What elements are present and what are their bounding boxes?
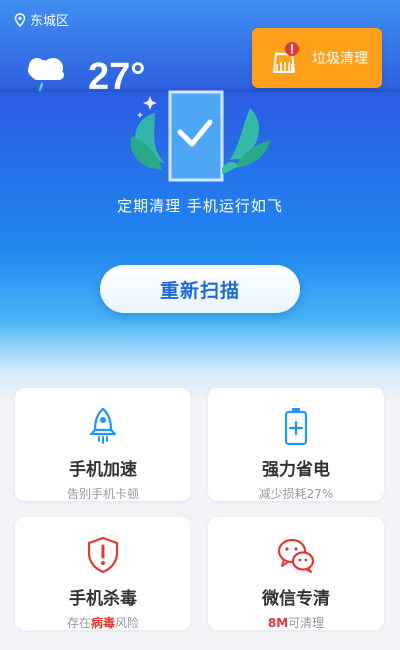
temperature: 27° [88,56,146,92]
phone-check-illustration [130,90,270,182]
location-label: 东城区 [30,14,70,29]
subtitle-suffix: 风险 [115,616,140,630]
feature-subtitle: 告别手机卡顿 [66,487,139,501]
feature-subtitle: 存在病毒风险 [15,614,191,631]
subtitle-highlight: 病毒 [90,616,115,630]
rescan-button[interactable]: 重新扫描 [100,265,300,313]
feature-card-antivirus[interactable]: 手机杀毒 存在病毒风险 [15,517,191,630]
shield-alert-icon [87,536,119,574]
subtitle-prefix: 存在 [66,616,91,630]
junk-clean-label: 垃圾清理 [312,51,368,67]
feature-subtitle: 减少损耗27% [258,487,334,501]
location-pin-icon [14,12,26,27]
feature-title: 手机加速 [69,460,137,480]
feature-card-power-save[interactable]: 强力省电 减少损耗27% [208,388,384,501]
location-selector[interactable]: 东城区 [14,10,69,29]
hero-slogan: 定期清理 手机运行如飞 [117,197,283,215]
feature-title: 微信专清 [262,589,330,609]
battery-icon [284,408,308,446]
subtitle-highlight: 8M [267,616,289,630]
subtitle-suffix: 可清理 [288,616,325,630]
junk-clean-button[interactable]: 垃圾清理 [252,28,382,88]
rocket-icon [89,407,117,444]
feature-title: 强力省电 [262,460,330,480]
feature-card-wechat-clean[interactable]: 微信专清 8M可清理 [208,517,384,630]
wechat-icon [277,538,315,573]
feature-card-speed-up[interactable]: 手机加速 告别手机卡顿 [15,388,191,501]
broom-alert-icon [273,42,299,73]
feature-title: 手机杀毒 [69,589,137,609]
feature-subtitle: 8M可清理 [208,614,384,631]
cloud-rain-icon [28,58,64,92]
